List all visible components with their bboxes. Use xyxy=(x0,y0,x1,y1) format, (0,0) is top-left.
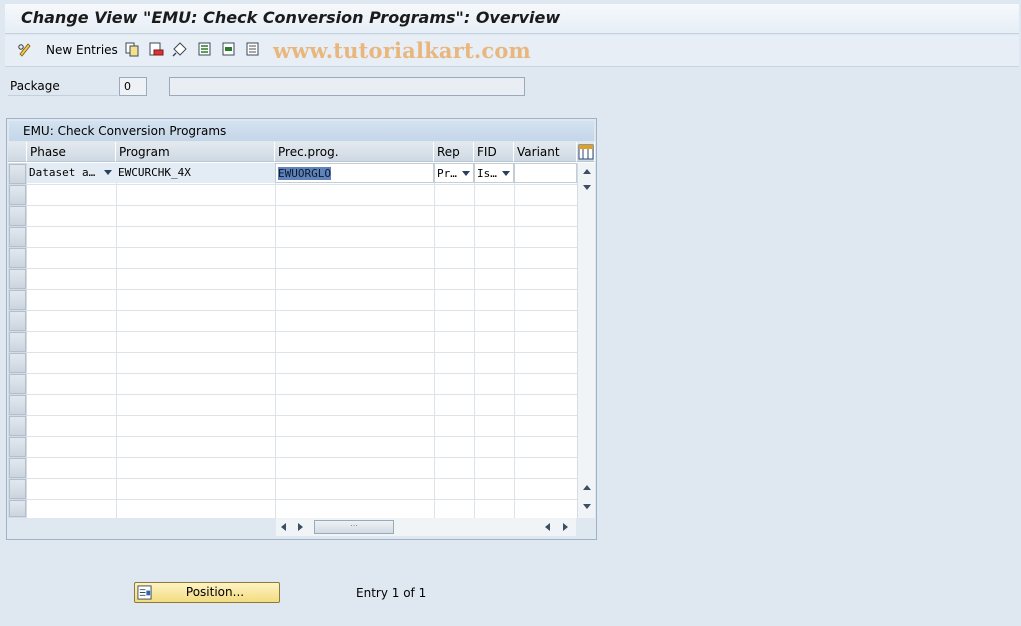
data-grid: Phase Program Prec.prog. Rep FID Variant xyxy=(8,142,595,518)
row-selector[interactable] xyxy=(9,164,26,184)
scroll-page-up-icon[interactable] xyxy=(583,485,591,490)
scroll-thumb[interactable]: ⋯ xyxy=(314,520,394,534)
cell-phase[interactable]: Dataset a… xyxy=(27,163,116,183)
cell-rep-dropdown[interactable]: Pr… xyxy=(434,163,474,183)
cell-variant-input[interactable] xyxy=(514,163,577,183)
column-divider xyxy=(474,163,475,518)
column-divider xyxy=(514,163,515,518)
chevron-down-icon[interactable] xyxy=(502,171,510,176)
row-selector[interactable] xyxy=(9,353,26,373)
row-selector[interactable] xyxy=(9,374,26,394)
cell-rep-text: Pr… xyxy=(437,167,457,180)
row-divider xyxy=(27,352,577,353)
row-divider xyxy=(27,205,577,206)
row-selector[interactable] xyxy=(9,248,26,268)
row-divider xyxy=(27,436,577,437)
entry-count: Entry 1 of 1 xyxy=(356,586,427,600)
select-all-icon[interactable] xyxy=(197,41,213,57)
cell-phase-text: Dataset a… xyxy=(29,166,96,179)
deselect-all-icon[interactable] xyxy=(245,41,261,57)
chevron-down-icon[interactable] xyxy=(104,170,112,175)
scroll-right-icon[interactable] xyxy=(298,523,303,531)
select-all-rows-corner[interactable] xyxy=(8,142,27,162)
row-divider xyxy=(27,268,577,269)
package-description-field xyxy=(169,77,525,96)
column-header-prec-prog[interactable]: Prec.prog. xyxy=(275,142,434,162)
cell-program: EWCURCHK_4X xyxy=(116,163,275,183)
package-label: Package xyxy=(8,76,118,96)
row-divider xyxy=(27,499,577,500)
delete-icon[interactable] xyxy=(148,41,164,57)
scroll-left-icon[interactable] xyxy=(281,523,286,531)
column-header-phase[interactable]: Phase xyxy=(27,142,116,162)
scroll-down-icon[interactable] xyxy=(583,185,591,190)
row-divider xyxy=(27,478,577,479)
row-divider xyxy=(27,184,577,185)
column-header-fid[interactable]: FID xyxy=(474,142,514,162)
position-icon xyxy=(137,585,152,600)
column-header-program[interactable]: Program xyxy=(116,142,275,162)
horizontal-scrollbar[interactable]: ⋯ xyxy=(276,518,576,536)
package-input[interactable]: 0 xyxy=(119,77,147,96)
vertical-scrollbar[interactable] xyxy=(577,163,595,518)
row-divider xyxy=(27,226,577,227)
row-selector[interactable] xyxy=(9,290,26,310)
new-entries-button[interactable]: New Entries xyxy=(46,43,118,57)
title-bar: Change View "EMU: Check Conversion Progr… xyxy=(5,4,1019,34)
row-selector[interactable] xyxy=(9,395,26,415)
table-title: EMU: Check Conversion Programs xyxy=(9,121,594,141)
column-divider xyxy=(275,163,276,518)
row-selector[interactable] xyxy=(9,479,26,499)
row-divider xyxy=(27,394,577,395)
cell-prec-prog-input[interactable]: EWUORGLO xyxy=(275,163,434,183)
row-divider xyxy=(27,415,577,416)
scroll-page-down-icon[interactable] xyxy=(583,504,591,509)
cell-fid-dropdown[interactable]: Is… xyxy=(474,163,514,183)
row-divider xyxy=(27,331,577,332)
copy-icon[interactable] xyxy=(124,41,140,57)
column-divider xyxy=(116,163,117,518)
row-selector[interactable] xyxy=(9,332,26,352)
position-button-label: Position... xyxy=(185,585,245,599)
row-selector[interactable] xyxy=(9,185,26,205)
row-divider xyxy=(27,457,577,458)
page-title: Change View "EMU: Check Conversion Progr… xyxy=(21,8,561,27)
row-selector[interactable] xyxy=(9,500,26,517)
row-selector[interactable] xyxy=(9,437,26,457)
row-selector[interactable] xyxy=(9,206,26,226)
watermark-text: www.tutorialkart.com xyxy=(273,38,531,63)
row-selector[interactable] xyxy=(9,227,26,247)
glasses-pencil-icon[interactable] xyxy=(17,41,33,57)
cell-fid-text: Is… xyxy=(477,167,497,180)
chevron-down-icon[interactable] xyxy=(462,171,470,176)
scroll-page-right-icon[interactable] xyxy=(563,523,568,531)
column-header-rep[interactable]: Rep xyxy=(434,142,474,162)
column-divider xyxy=(434,163,435,518)
scroll-up-icon[interactable] xyxy=(583,169,591,174)
table-control-panel: EMU: Check Conversion Programs Phase Pro… xyxy=(6,118,597,540)
row-divider xyxy=(27,373,577,374)
application-toolbar: New Entries www.tutorialkart.com xyxy=(5,35,1019,67)
row-selector[interactable] xyxy=(9,458,26,478)
row-selector[interactable] xyxy=(9,416,26,436)
cell-prec-prog-text: EWUORGLO xyxy=(278,167,331,180)
position-button[interactable]: Position... xyxy=(134,582,280,603)
scroll-page-left-icon[interactable] xyxy=(545,523,550,531)
row-selector[interactable] xyxy=(9,269,26,289)
select-block-icon[interactable] xyxy=(221,41,237,57)
undo-icon[interactable] xyxy=(172,41,188,57)
row-divider xyxy=(27,247,577,248)
row-divider xyxy=(27,310,577,311)
column-header-variant[interactable]: Variant xyxy=(514,142,577,162)
table-settings-icon[interactable] xyxy=(578,144,594,160)
row-divider xyxy=(27,289,577,290)
row-selector[interactable] xyxy=(9,311,26,331)
